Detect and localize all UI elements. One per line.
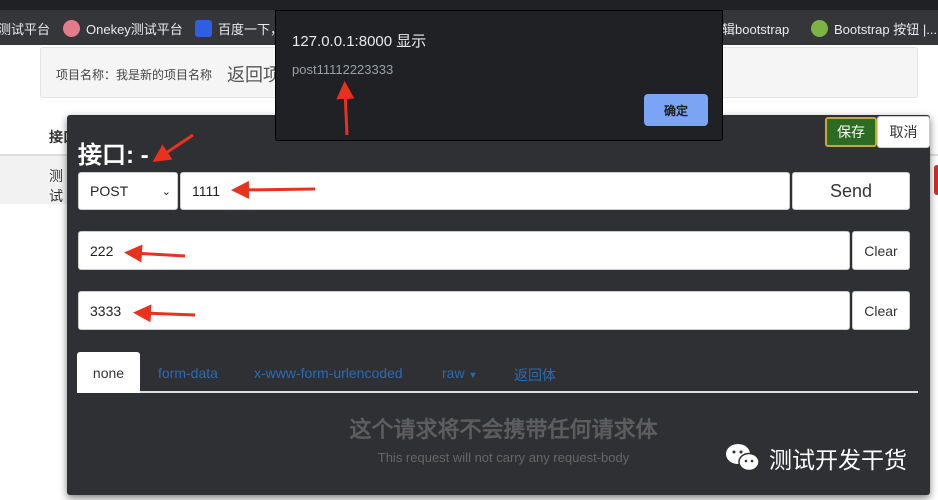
bookmark-item[interactable]: Onekey测试平台: [63, 19, 183, 38]
pig-icon: [63, 20, 80, 37]
bookmark-label: Bootstrap 按钮 |...: [834, 22, 938, 37]
param-input-1[interactable]: 222: [78, 231, 850, 270]
back-link[interactable]: 返回项: [227, 61, 281, 87]
caret-down-icon: ▼: [468, 370, 478, 380]
browser-address-bar: [0, 0, 938, 10]
bookmark-item[interactable]: 测试平台: [0, 19, 50, 38]
empty-body-title: 这个请求将不会携带任何请求体: [349, 417, 658, 442]
wechat-icon: [726, 444, 760, 472]
send-button[interactable]: Send: [792, 172, 910, 210]
clear-button[interactable]: Clear: [852, 231, 910, 270]
tab-raw[interactable]: raw ▼: [442, 365, 477, 381]
bookmark-label: 测试平台: [0, 22, 51, 37]
field-value: 3333: [90, 302, 122, 319]
alert-message: post11112223333: [292, 62, 394, 77]
bookmark-item[interactable]: 百度一下，: [195, 19, 283, 38]
tab-none[interactable]: none: [77, 352, 140, 393]
project-name-label: 项目名称：我是新的项目名称: [56, 68, 213, 82]
baidu-paw-icon: [195, 20, 212, 37]
save-button[interactable]: 保存: [825, 117, 877, 147]
tab-label: raw: [442, 365, 465, 381]
table-row[interactable]: 测试: [0, 156, 70, 204]
tab-x-www-form-urlencoded[interactable]: x-www-form-urlencoded: [254, 365, 403, 381]
red-button-edge[interactable]: [934, 165, 938, 195]
bookmark-label: 百度一下，: [218, 22, 284, 37]
bookmark-label: Onekey测试平台: [86, 22, 183, 37]
cancel-button[interactable]: 取消: [877, 116, 930, 148]
tab-response-body[interactable]: 返回体: [514, 365, 556, 385]
bookmark-label: 辑bootstrap: [722, 22, 790, 37]
watermark-text: 测试开发干货: [769, 447, 907, 473]
chevron-down-icon: ⌄: [161, 185, 171, 198]
watermark: 测试开发干货: [725, 441, 907, 475]
ok-button[interactable]: 确定: [644, 94, 708, 126]
tab-form-data[interactable]: form-data: [158, 365, 218, 381]
method-value: POST: [90, 183, 129, 199]
field-value: 222: [90, 242, 114, 259]
alert-dialog: 127.0.0.1:8000 显示 post11112223333 确定: [275, 10, 723, 141]
bookmark-item[interactable]: Bootstrap 按钮 |...: [811, 19, 937, 38]
url-input[interactable]: 1111: [180, 172, 790, 210]
url-value: 1111: [192, 183, 221, 199]
clear-button[interactable]: Clear: [852, 291, 910, 330]
body-type-tabs: none form-data x-www-form-urlencoded raw…: [77, 352, 918, 393]
code-icon: [811, 20, 828, 37]
method-select[interactable]: POST ⌄: [78, 172, 178, 210]
param-input-2[interactable]: 3333: [78, 291, 850, 330]
api-edit-modal: 接口: - 保存 取消 POST ⌄ 1111 Send 222 Clear 33…: [67, 115, 930, 495]
modal-title: 接口: -: [78, 142, 149, 169]
alert-title: 127.0.0.1:8000 显示: [292, 33, 427, 50]
bookmark-item[interactable]: 辑bootstrap: [722, 19, 789, 38]
